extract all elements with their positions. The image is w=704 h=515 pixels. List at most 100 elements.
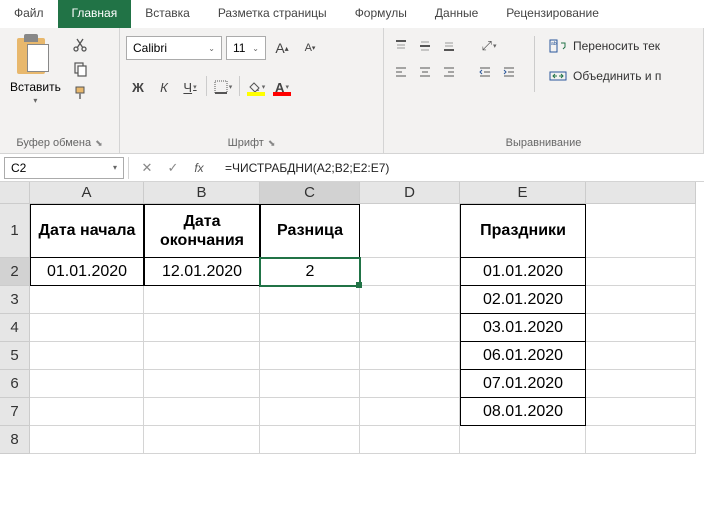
font-name-select[interactable]: Calibri ⌄ <box>126 36 222 60</box>
cell-D4[interactable] <box>360 314 460 342</box>
decrease-font-button[interactable]: A▾ <box>298 37 322 59</box>
borders-button[interactable]: ▾ <box>211 76 235 98</box>
cell-A5[interactable] <box>30 342 144 370</box>
col-header-D[interactable]: D <box>360 182 460 204</box>
cut-button[interactable] <box>71 36 89 54</box>
col-header-F[interactable] <box>586 182 696 204</box>
wrap-text-button[interactable]: ab Переносить тек <box>549 36 661 56</box>
cell-B3[interactable] <box>144 286 260 314</box>
fill-handle[interactable] <box>356 282 362 288</box>
cell-C5[interactable] <box>260 342 360 370</box>
align-left-button[interactable] <box>390 62 412 82</box>
cell-D8[interactable] <box>360 426 460 454</box>
bold-button[interactable]: Ж <box>126 76 150 98</box>
tab-data[interactable]: Данные <box>421 0 492 28</box>
cell-D2[interactable] <box>360 258 460 286</box>
align-middle-button[interactable] <box>414 36 436 56</box>
cell-E3[interactable]: 02.01.2020 <box>460 286 586 314</box>
cell-E4[interactable]: 03.01.2020 <box>460 314 586 342</box>
cell-F7[interactable] <box>586 398 696 426</box>
col-header-A[interactable]: A <box>30 182 144 204</box>
row-header[interactable]: 3 <box>0 286 30 314</box>
row-header[interactable]: 6 <box>0 370 30 398</box>
increase-font-button[interactable]: A▴ <box>270 37 294 59</box>
cell-A4[interactable] <box>30 314 144 342</box>
row-header[interactable]: 5 <box>0 342 30 370</box>
cell-E6[interactable]: 07.01.2020 <box>460 370 586 398</box>
underline-button[interactable]: Ч▾ <box>178 76 202 98</box>
cell-D7[interactable] <box>360 398 460 426</box>
cell-D5[interactable] <box>360 342 460 370</box>
dialog-launcher-icon[interactable]: ⬊ <box>268 138 276 149</box>
cell-A7[interactable] <box>30 398 144 426</box>
cell-C4[interactable] <box>260 314 360 342</box>
select-all-corner[interactable] <box>0 182 30 204</box>
cell-C3[interactable] <box>260 286 360 314</box>
cell-E7[interactable]: 08.01.2020 <box>460 398 586 426</box>
accept-formula-button[interactable]: ✓ <box>161 157 185 179</box>
tab-file[interactable]: Файл <box>0 0 58 28</box>
format-painter-button[interactable] <box>71 84 89 102</box>
cell-D3[interactable] <box>360 286 460 314</box>
row-header[interactable]: 2 <box>0 258 30 286</box>
cell-C2[interactable]: 2 <box>260 258 360 286</box>
tab-insert[interactable]: Вставка <box>131 0 204 28</box>
tab-home[interactable]: Главная <box>58 0 132 28</box>
cell-E2[interactable]: 01.01.2020 <box>460 258 586 286</box>
cell-B4[interactable] <box>144 314 260 342</box>
merge-center-button[interactable]: Объединить и п <box>549 66 661 86</box>
cell-A6[interactable] <box>30 370 144 398</box>
italic-button[interactable]: К <box>152 76 176 98</box>
cell-F3[interactable] <box>586 286 696 314</box>
cell-B2[interactable]: 12.01.2020 <box>144 258 260 286</box>
cell-B7[interactable] <box>144 398 260 426</box>
copy-button[interactable] <box>71 60 89 78</box>
align-bottom-button[interactable] <box>438 36 460 56</box>
tab-review[interactable]: Рецензирование <box>492 0 613 28</box>
col-header-C[interactable]: C <box>260 182 360 204</box>
cell-D1[interactable] <box>360 204 460 258</box>
cell-A3[interactable] <box>30 286 144 314</box>
row-header[interactable]: 4 <box>0 314 30 342</box>
cell-E5[interactable]: 06.01.2020 <box>460 342 586 370</box>
cell-C6[interactable] <box>260 370 360 398</box>
tab-pagelayout[interactable]: Разметка страницы <box>204 0 341 28</box>
name-box[interactable]: C2 ▾ <box>4 157 124 179</box>
row-header[interactable]: 1 <box>0 204 30 258</box>
cancel-formula-button[interactable]: ✕ <box>135 157 159 179</box>
cell-B5[interactable] <box>144 342 260 370</box>
row-header[interactable]: 8 <box>0 426 30 454</box>
cell-B6[interactable] <box>144 370 260 398</box>
cell-F2[interactable] <box>586 258 696 286</box>
font-size-select[interactable]: 11 ⌄ <box>226 36 266 60</box>
cell-A8[interactable] <box>30 426 144 454</box>
cell-F4[interactable] <box>586 314 696 342</box>
cell-B1[interactable]: Дата окончания <box>144 204 260 258</box>
font-color-button[interactable]: A▾ <box>270 76 294 98</box>
paste-button[interactable]: Вставить ▾ <box>6 32 65 107</box>
cell-B8[interactable] <box>144 426 260 454</box>
cell-C8[interactable] <box>260 426 360 454</box>
cell-C7[interactable] <box>260 398 360 426</box>
cell-A1[interactable]: Дата начала <box>30 204 144 258</box>
cell-F6[interactable] <box>586 370 696 398</box>
cell-E1[interactable]: Праздники <box>460 204 586 258</box>
cell-A2[interactable]: 01.01.2020 <box>30 258 144 286</box>
formula-input[interactable]: =ЧИСТРАБДНИ(A2;B2;E2:E7) <box>217 161 704 175</box>
cell-F5[interactable] <box>586 342 696 370</box>
fill-color-button[interactable]: ▾ <box>244 76 268 98</box>
align-center-button[interactable] <box>414 62 436 82</box>
orientation-button[interactable]: ⤢▾ <box>474 36 504 56</box>
cell-E8[interactable] <box>460 426 586 454</box>
col-header-E[interactable]: E <box>460 182 586 204</box>
align-right-button[interactable] <box>438 62 460 82</box>
tab-formulas[interactable]: Формулы <box>341 0 421 28</box>
increase-indent-button[interactable] <box>498 62 520 82</box>
row-header[interactable]: 7 <box>0 398 30 426</box>
cell-D6[interactable] <box>360 370 460 398</box>
cell-F1[interactable] <box>586 204 696 258</box>
cell-F8[interactable] <box>586 426 696 454</box>
fx-button[interactable]: fx <box>187 157 211 179</box>
dialog-launcher-icon[interactable]: ⬊ <box>95 138 103 149</box>
col-header-B[interactable]: B <box>144 182 260 204</box>
